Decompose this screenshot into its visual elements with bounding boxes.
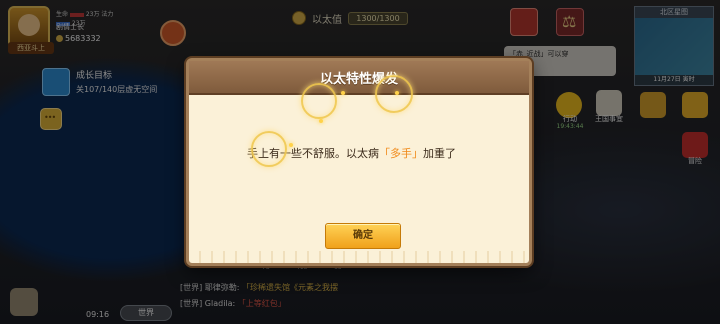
confirm-button[interactable]: 确定 [325, 223, 401, 249]
sparkle-icon [289, 143, 293, 147]
dialog-title: 以太特性爆发 [319, 72, 398, 87]
sparkle-icon [319, 119, 323, 123]
dialog-header: 以太特性爆发 [189, 61, 529, 95]
message-suffix: 加重了 [423, 147, 456, 160]
dialog-body: 手上有一些不舒服。以太病「多手」加重了 确定 [189, 95, 529, 263]
sparkle-ring-icon [375, 75, 413, 113]
sparkle-ring-icon [301, 83, 337, 119]
sparkle-icon [395, 91, 399, 95]
message-highlight: 「多手」 [379, 147, 423, 160]
sparkle-icon [341, 91, 345, 95]
sparkle-ring-icon [251, 131, 287, 167]
dialog-decoration [189, 251, 529, 263]
ether-burst-dialog: 以太特性爆发 手上有一些不舒服。以太病「多手」加重了 确定 [186, 58, 532, 266]
